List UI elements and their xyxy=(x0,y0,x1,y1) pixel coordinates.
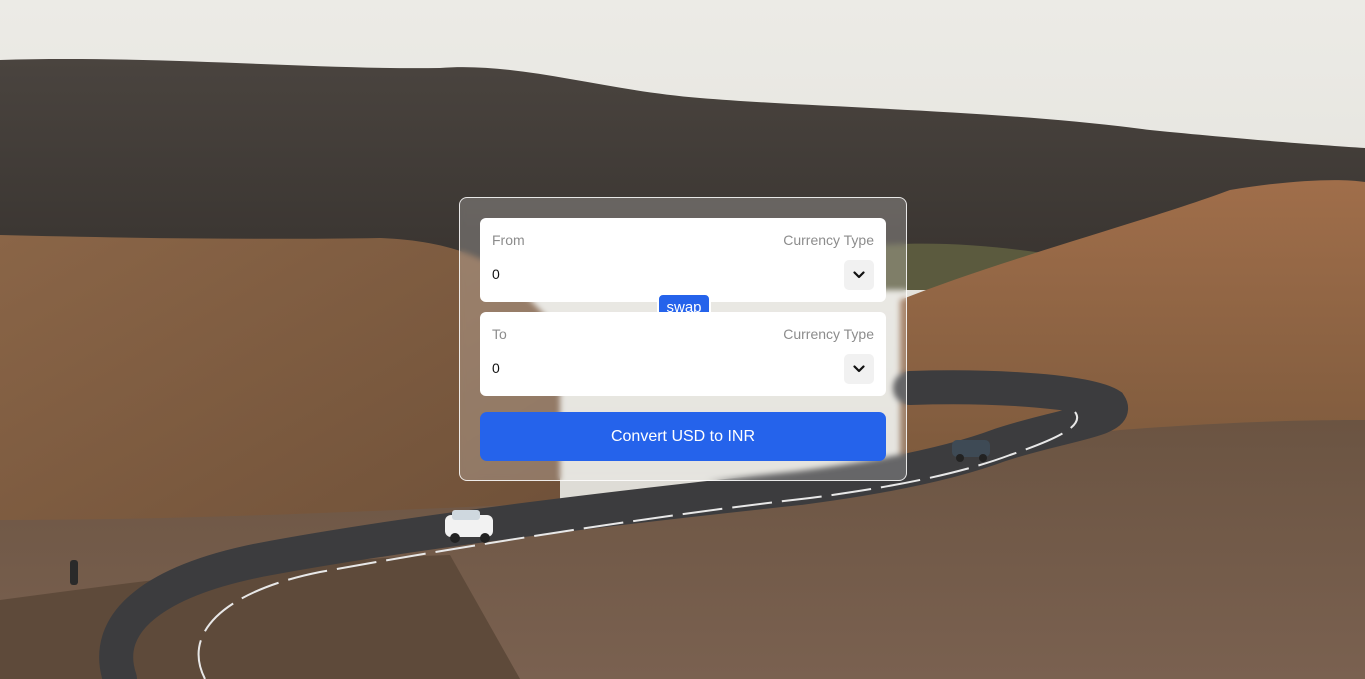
chevron-down-icon xyxy=(853,271,865,279)
from-amount-input[interactable] xyxy=(492,262,792,286)
chevron-down-icon xyxy=(853,365,865,373)
to-label: To xyxy=(492,326,507,342)
from-label: From xyxy=(492,232,525,248)
convert-button[interactable]: Convert USD to INR xyxy=(480,412,886,461)
to-currency-select[interactable] xyxy=(844,354,874,384)
from-currency-select[interactable] xyxy=(844,260,874,290)
to-amount-input[interactable] xyxy=(492,356,792,380)
from-currency-type-label: Currency Type xyxy=(783,232,874,248)
from-field: From Currency Type xyxy=(480,218,886,302)
converter-card: From Currency Type swap To Currency Type… xyxy=(459,197,907,481)
to-currency-type-label: Currency Type xyxy=(783,326,874,342)
to-field: To Currency Type xyxy=(480,312,886,396)
